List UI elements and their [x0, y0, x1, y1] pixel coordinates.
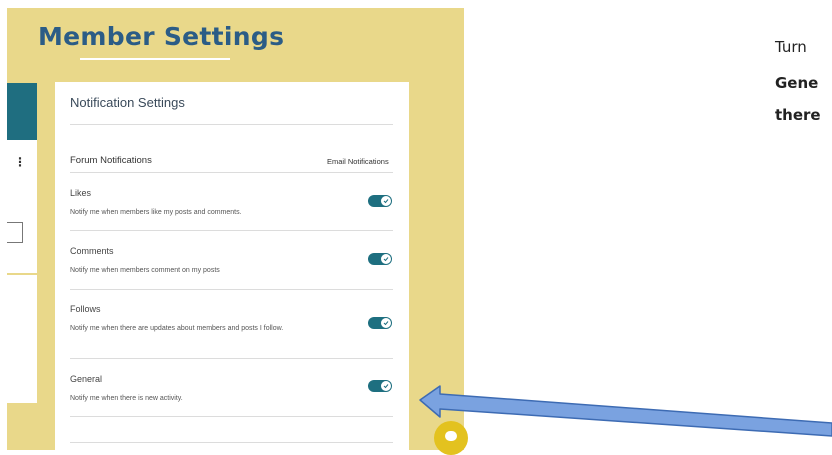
callout-arrow: [419, 385, 832, 437]
